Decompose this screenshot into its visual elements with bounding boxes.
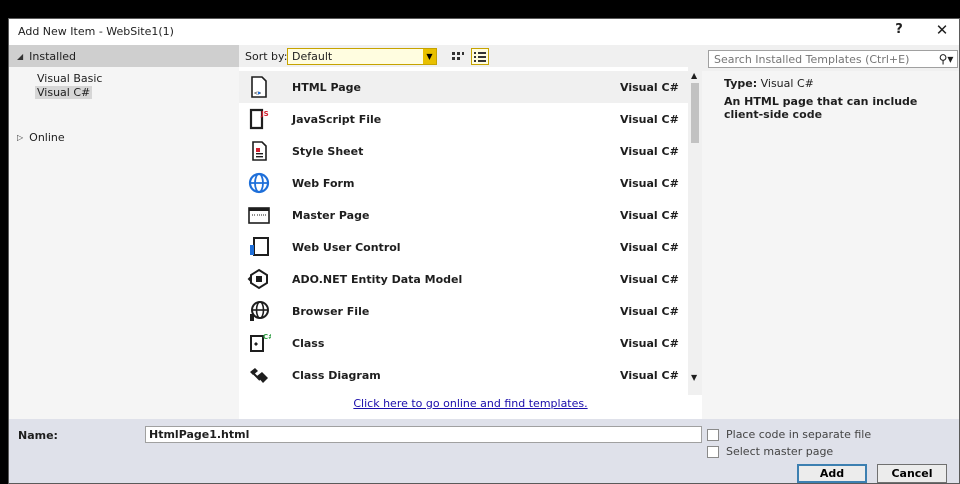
installed-label: Installed xyxy=(29,49,77,63)
template-name: Master Page xyxy=(292,208,370,222)
close-button[interactable]: ✕ xyxy=(933,21,951,39)
sort-by-label: Sort by: xyxy=(245,50,288,63)
tree-item-online[interactable]: ▷ Online xyxy=(17,131,65,144)
template-name: JavaScript File xyxy=(292,112,382,126)
type-label: Type: xyxy=(724,77,758,90)
cancel-button[interactable]: Cancel xyxy=(877,464,947,483)
bottom-bar: Name: Place code in separate file Select… xyxy=(9,419,959,483)
template-language: Visual C# xyxy=(620,368,679,382)
template-language: Visual C# xyxy=(620,112,679,126)
class-diagram-icon xyxy=(250,368,268,383)
scrollbar-thumb[interactable] xyxy=(691,83,699,143)
class-icon: C# xyxy=(250,333,271,352)
web-form-icon xyxy=(248,172,270,194)
list-view-icon xyxy=(474,51,486,62)
template-row-web-form[interactable]: Web Form Visual C# xyxy=(239,167,688,199)
scroll-down-arrow-icon[interactable]: ▼ xyxy=(691,373,697,382)
checkbox-box[interactable] xyxy=(707,428,719,441)
template-type: Type: Visual C# xyxy=(724,77,814,90)
collapse-triangle-icon: ◢ xyxy=(17,51,24,61)
template-list: <> HTML Page Visual C# JS JavaScript Fil… xyxy=(239,67,702,419)
online-label: Online xyxy=(29,131,65,144)
add-button[interactable]: Add xyxy=(797,464,867,483)
template-language: Visual C# xyxy=(620,144,679,158)
template-row-javascript-file[interactable]: JS JavaScript File Visual C# xyxy=(239,103,688,135)
search-input[interactable] xyxy=(709,52,935,66)
template-description: An HTML page that can include client-sid… xyxy=(724,95,918,121)
browser-file-icon xyxy=(250,301,269,321)
search-box: ⚲▾ xyxy=(708,50,958,68)
select-master-page-checkbox[interactable]: Select master page xyxy=(707,445,833,458)
tree-item-visual-csharp[interactable]: Visual C# xyxy=(35,86,93,99)
template-language: Visual C# xyxy=(620,176,679,190)
template-row-web-user-control[interactable]: Web User Control Visual C# xyxy=(239,231,688,263)
template-details-pane: Type: Visual C# An HTML page that can in… xyxy=(702,71,959,419)
template-name: Style Sheet xyxy=(292,144,364,158)
checkbox-box[interactable] xyxy=(707,445,719,458)
svg-text:C#: C# xyxy=(263,333,271,341)
tree-item-visual-basic[interactable]: Visual Basic xyxy=(37,72,102,85)
entity-data-model-icon xyxy=(247,268,268,290)
list-view-button[interactable] xyxy=(471,48,489,65)
list-toolbar: Sort by: Default ▼ xyxy=(239,45,702,67)
javascript-file-icon: JS xyxy=(249,108,269,130)
checkbox-label: Select master page xyxy=(726,445,834,458)
template-name: Browser File xyxy=(292,304,370,318)
template-language: Visual C# xyxy=(620,80,679,94)
template-row-html-page[interactable]: <> HTML Page Visual C# xyxy=(239,71,688,103)
template-language: Visual C# xyxy=(620,304,679,318)
template-row-class-diagram[interactable]: Class Diagram Visual C# xyxy=(239,359,688,391)
installed-header[interactable]: ◢ Installed xyxy=(9,45,239,67)
html-page-icon: <> xyxy=(251,76,267,98)
title-bar: Add New Item - WebSite1(1) ? ✕ xyxy=(9,19,959,45)
template-name: Class xyxy=(292,336,325,350)
sort-by-value: Default xyxy=(292,50,333,63)
help-button[interactable]: ? xyxy=(891,22,907,37)
grid-view-icon xyxy=(452,51,464,60)
template-language: Visual C# xyxy=(620,240,679,254)
add-new-item-dialog: Add New Item - WebSite1(1) ? ✕ ◢ Install… xyxy=(8,18,960,484)
template-language: Visual C# xyxy=(620,208,679,222)
find-templates-online-link[interactable]: Click here to go online and find templat… xyxy=(239,397,702,410)
template-list-scrollbar[interactable]: ▲ ▼ xyxy=(688,67,702,395)
dialog-title: Add New Item - WebSite1(1) xyxy=(18,25,174,38)
category-tree: ◢ Installed Visual Basic Visual C# ▷ Onl… xyxy=(9,45,239,419)
template-language: Visual C# xyxy=(620,272,679,286)
template-name: Class Diagram xyxy=(292,368,381,382)
expand-triangle-icon: ▷ xyxy=(17,133,24,142)
web-user-control-icon xyxy=(250,237,269,256)
template-row-class[interactable]: C# Class Visual C# xyxy=(239,327,688,359)
style-sheet-icon xyxy=(252,141,267,161)
master-page-icon xyxy=(248,207,270,224)
medium-icons-view-button[interactable] xyxy=(449,48,467,65)
template-name: ADO.NET Entity Data Model xyxy=(292,272,463,286)
template-name: Web Form xyxy=(292,176,355,190)
template-row-browser-file[interactable]: Browser File Visual C# xyxy=(239,295,688,327)
template-language: Visual C# xyxy=(620,336,679,350)
template-row-master-page[interactable]: Master Page Visual C# xyxy=(239,199,688,231)
sort-by-dropdown[interactable]: Default ▼ xyxy=(287,48,437,65)
type-value: Visual C# xyxy=(760,77,814,90)
template-row-style-sheet[interactable]: Style Sheet Visual C# xyxy=(239,135,688,167)
scroll-up-arrow-icon[interactable]: ▲ xyxy=(691,71,697,80)
template-name: Web User Control xyxy=(292,240,401,254)
search-icon[interactable]: ⚲▾ xyxy=(935,52,957,66)
svg-text:<>: <> xyxy=(254,90,262,97)
template-name: HTML Page xyxy=(292,80,362,94)
svg-text:JS: JS xyxy=(260,110,269,118)
place-code-separate-checkbox[interactable]: Place code in separate file xyxy=(707,428,871,441)
name-label: Name: xyxy=(18,429,58,442)
dropdown-arrow-icon[interactable]: ▼ xyxy=(423,49,436,64)
name-field[interactable] xyxy=(145,426,702,443)
checkbox-label: Place code in separate file xyxy=(726,428,872,441)
template-row-ado-net-entity-data-model[interactable]: ADO.NET Entity Data Model Visual C# xyxy=(239,263,688,295)
